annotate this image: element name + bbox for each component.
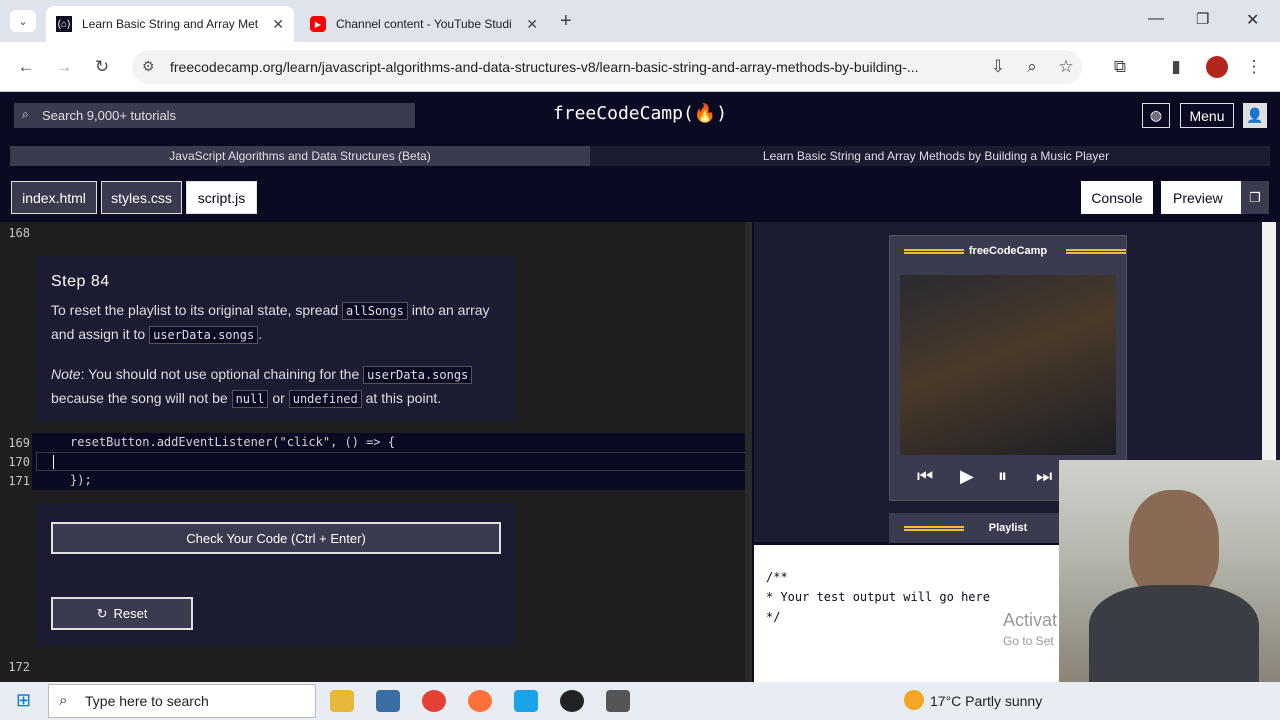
editor-scrollbar[interactable] — [745, 222, 752, 682]
search-input[interactable]: ⌕ Search 9,000+ tutorials — [14, 103, 415, 128]
site-info-icon[interactable]: ⚙ — [142, 58, 155, 75]
text: at this point. — [365, 390, 442, 406]
side-panel-icon[interactable]: ▮ — [1164, 55, 1188, 79]
forward-icon[interactable]: → — [52, 55, 76, 79]
line-number: 169 — [8, 436, 30, 450]
preview-button[interactable]: Preview ❐ — [1161, 181, 1269, 214]
reload-icon[interactable]: ↻ — [90, 55, 114, 79]
activation-watermark: Activat — [1003, 610, 1058, 630]
taskbar-search-placeholder: Type here to search — [85, 693, 209, 709]
note-label: Note — [51, 366, 81, 382]
line-number: 170 — [8, 455, 30, 469]
player-title: freeCodeCamp — [968, 245, 1048, 257]
code-line[interactable]: resetButton.addEventListener("click", ()… — [36, 433, 751, 452]
console-button[interactable]: Console — [1081, 181, 1153, 214]
tab-youtube[interactable]: ▶ Channel content - YouTube Studi ✕ — [300, 6, 548, 42]
step-paragraph-2: Note: You should not use optional chaini… — [51, 363, 501, 411]
album-art — [900, 275, 1116, 455]
weather-icon — [904, 690, 924, 710]
search-icon: ⌕ — [59, 692, 68, 709]
menu-button[interactable]: Menu — [1180, 103, 1234, 128]
activation-watermark-sub: Go to Set — [1003, 634, 1054, 648]
url-text: freecodecamp.org/learn/javascript-algori… — [170, 59, 919, 75]
webcam-overlay — [1059, 460, 1280, 685]
text-cursor — [53, 455, 54, 469]
close-icon[interactable]: ✕ — [272, 16, 284, 33]
file-explorer-icon[interactable] — [330, 690, 354, 712]
more-menu-icon[interactable]: ⋮ — [1242, 55, 1266, 79]
app-icon[interactable] — [606, 690, 630, 712]
app-icon[interactable] — [376, 690, 400, 712]
install-icon[interactable]: ⇩ — [986, 55, 1010, 79]
text: . — [258, 326, 263, 342]
inline-code: userData.songs — [149, 326, 259, 344]
preview-label: Preview — [1173, 189, 1223, 206]
firefox-icon[interactable] — [468, 690, 492, 712]
step-paragraph-1: To reset the playlist to its original st… — [51, 299, 501, 347]
tab-title: Channel content - YouTube Studi — [336, 17, 512, 31]
user-avatar-icon[interactable]: 👤 — [1243, 103, 1267, 128]
extensions-icon[interactable]: ⧉ — [1108, 55, 1132, 79]
line-number: 171 — [8, 474, 30, 488]
search-icon: ⌕ — [22, 107, 29, 121]
zoom-icon[interactable]: ⌕ — [1020, 55, 1044, 79]
address-bar[interactable]: freecodecamp.org/learn/javascript-algori… — [132, 50, 1082, 84]
inline-code: undefined — [288, 390, 362, 408]
bookmark-star-icon[interactable]: ☆ — [1054, 55, 1078, 79]
inline-code: userData.songs — [363, 366, 473, 384]
inline-code: null — [231, 390, 269, 408]
reset-button[interactable]: ↻ Reset — [51, 597, 193, 630]
file-tab-index-html[interactable]: index.html — [11, 181, 97, 214]
text: : You should not use optional chaining f… — [80, 366, 360, 382]
file-tab-script-js[interactable]: script.js — [186, 181, 257, 214]
profile-avatar[interactable] — [1206, 56, 1228, 78]
tab-fcc[interactable]: (⌂) Learn Basic String and Array Met ✕ — [46, 6, 294, 42]
decor-lines — [904, 526, 964, 531]
close-icon[interactable]: ✕ — [526, 16, 538, 33]
pause-icon[interactable]: ⏸ — [998, 466, 1007, 487]
breadcrumb-course[interactable]: JavaScript Algorithms and Data Structure… — [10, 146, 590, 166]
presenter-shirt — [1089, 585, 1259, 685]
restore-icon[interactable]: ❐ — [1196, 10, 1209, 28]
reset-label: Reset — [113, 606, 148, 621]
reset-icon: ↻ — [96, 605, 108, 621]
weather-text: 17°C Partly sunny — [930, 693, 1043, 709]
check-code-button[interactable]: Check Your Code (Ctrl + Enter) — [51, 522, 501, 554]
line-number: 172 — [8, 660, 30, 674]
step-title: Step 84 — [51, 273, 110, 290]
tab-title: Learn Basic String and Array Met — [82, 17, 259, 31]
inline-code: allSongs — [342, 302, 408, 320]
youtube-favicon-icon: ▶ — [310, 16, 326, 32]
language-globe-icon[interactable]: ◍ — [1142, 103, 1170, 128]
breadcrumb-project[interactable]: Learn Basic String and Array Methods by … — [600, 146, 1272, 166]
windows-start-icon[interactable]: ⊞ — [16, 690, 31, 711]
code-line[interactable]: }); — [36, 471, 751, 490]
next-icon[interactable]: ⏭ — [1036, 466, 1052, 487]
line-number: 168 — [8, 226, 30, 240]
previous-icon[interactable]: ⏮ — [917, 466, 933, 487]
new-tab-icon[interactable]: + — [560, 10, 572, 33]
text: To reset the playlist to its original st… — [51, 302, 339, 318]
tab-search-icon[interactable]: ⌄ — [10, 10, 36, 32]
presenter-head — [1129, 490, 1219, 600]
minimize-icon[interactable]: — — [1148, 10, 1164, 28]
file-tab-styles-css[interactable]: styles.css — [101, 181, 182, 214]
code-line[interactable] — [36, 452, 751, 471]
fcc-logo[interactable]: freeCodeCamp(🔥) — [540, 103, 740, 124]
obs-icon[interactable] — [560, 690, 584, 712]
text: or — [272, 390, 285, 406]
play-icon[interactable]: ▶ — [960, 466, 974, 487]
window-close-icon[interactable]: ✕ — [1246, 10, 1259, 30]
back-icon[interactable]: ← — [14, 55, 38, 79]
taskbar-search[interactable]: ⌕ Type here to search — [48, 684, 316, 718]
step-description: Step 84 To reset the playlist to its ori… — [36, 256, 516, 421]
popout-icon[interactable]: ❐ — [1241, 181, 1269, 214]
app-icon[interactable] — [514, 690, 538, 712]
fcc-favicon-icon: (⌂) — [56, 16, 72, 32]
search-placeholder: Search 9,000+ tutorials — [42, 108, 177, 123]
text: because the song will not be — [51, 390, 228, 406]
chrome-icon[interactable] — [422, 690, 446, 712]
